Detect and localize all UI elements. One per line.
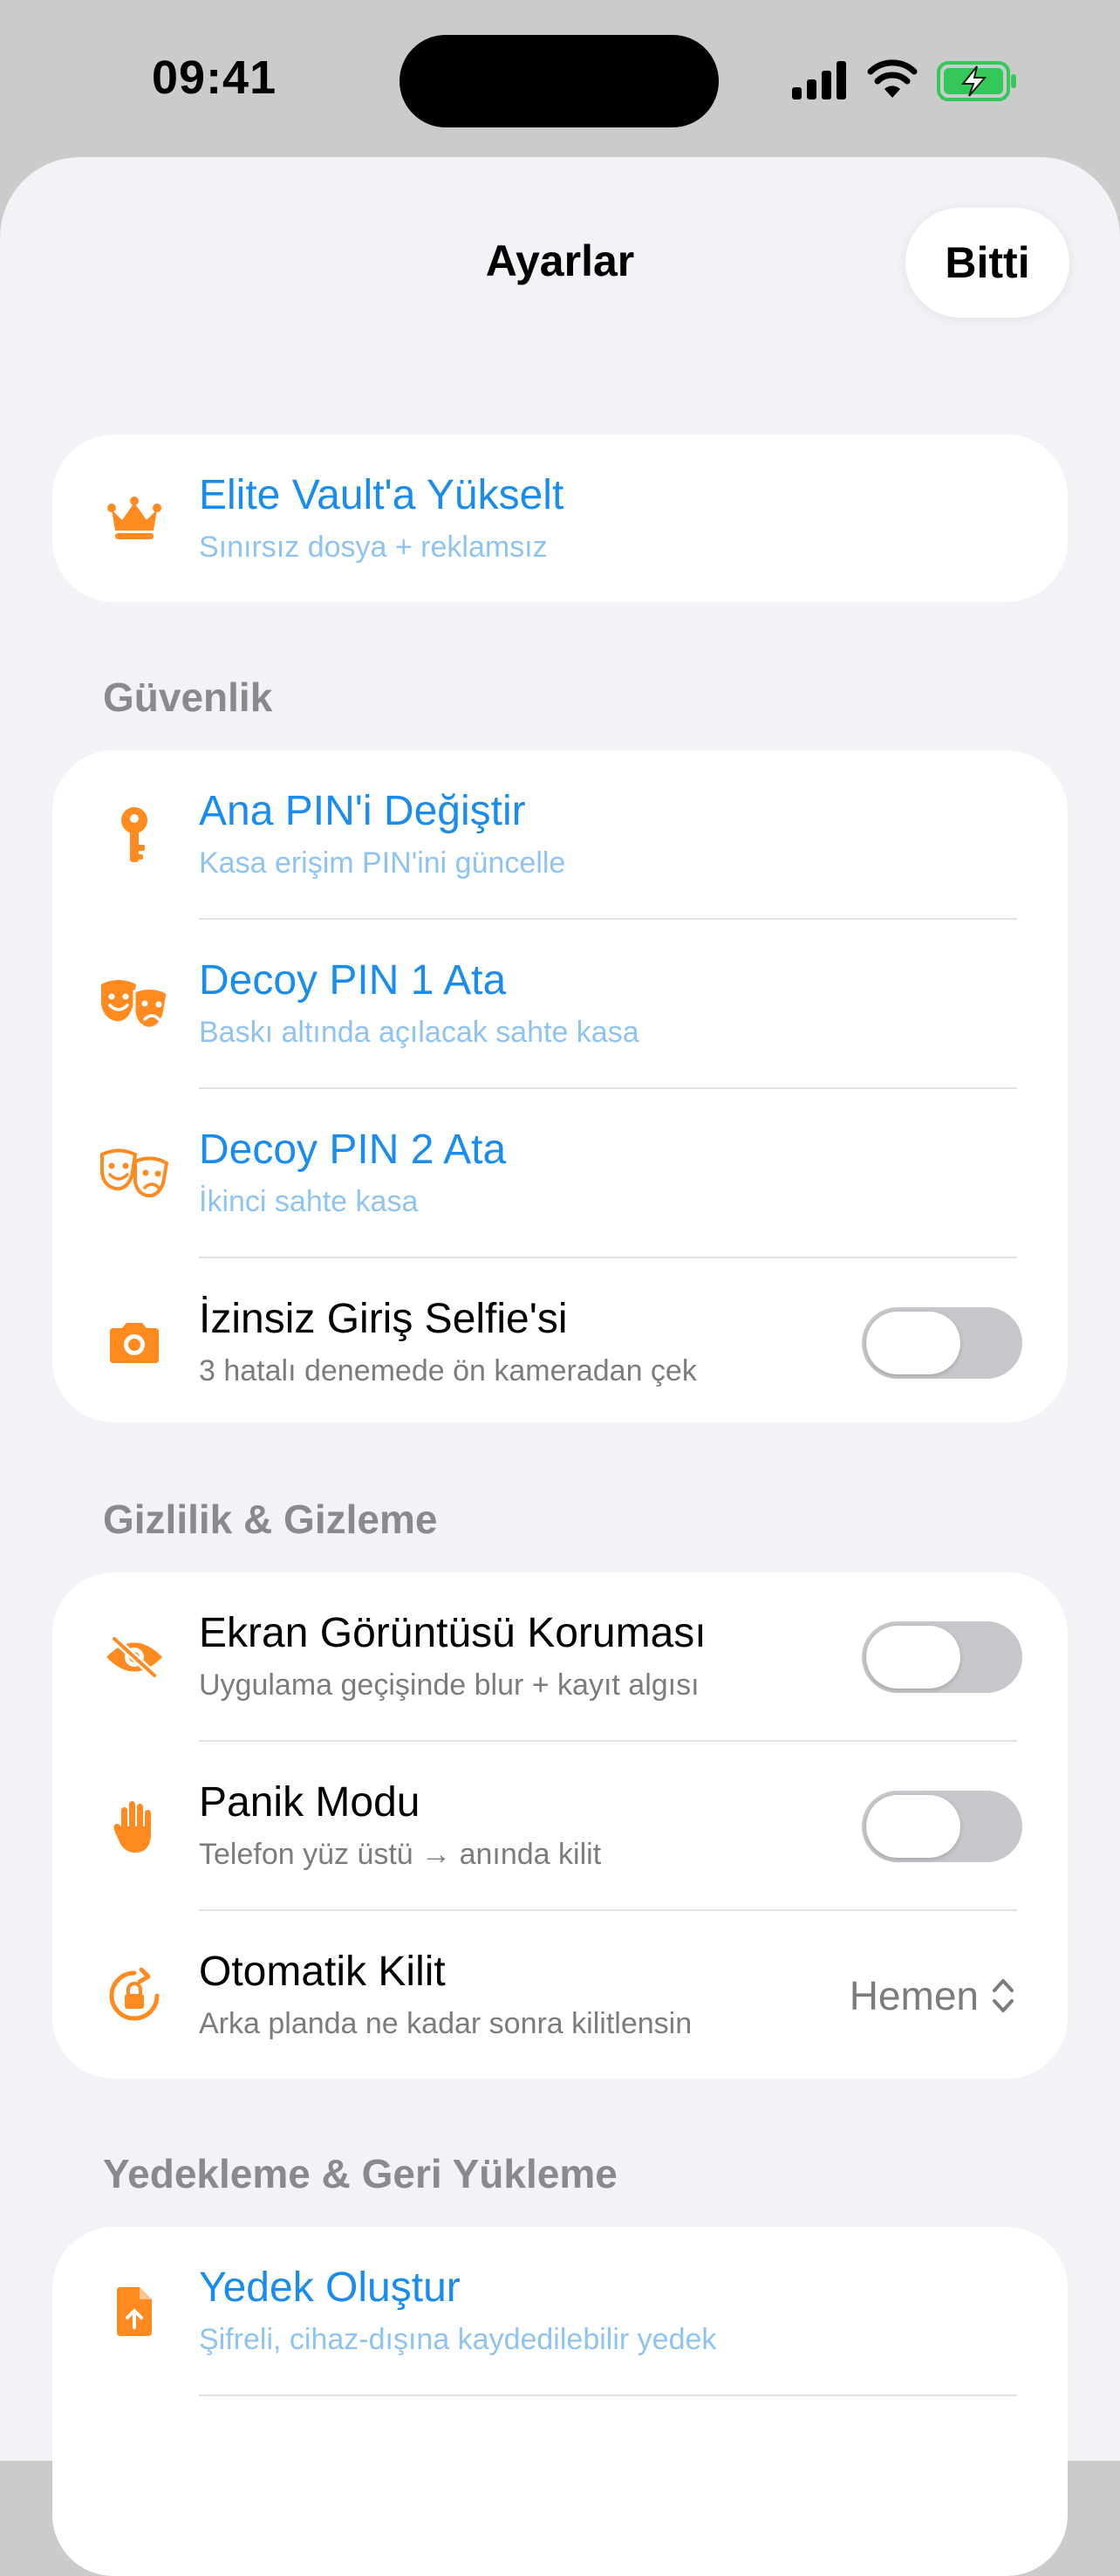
privacy-card: Ekran Görüntüsü Koruması Uygulama geçişi… (52, 1572, 1068, 2079)
toggle-knob (866, 1312, 960, 1374)
row-subtitle: 3 hatalı denemede ön kameradan çek (199, 1354, 697, 1387)
row-title: Panik Modu (199, 1779, 420, 1826)
battery-charging-icon (937, 61, 1016, 101)
status-bar: 09:41 (0, 0, 1120, 157)
row-subtitle: İkinci sahte kasa (199, 1185, 419, 1218)
hand-icon (98, 1790, 171, 1863)
upgrade-subtitle: Sınırsız dosya + reklamsız (199, 531, 548, 564)
theater-masks-outline-icon (98, 1137, 171, 1210)
toggle-knob (866, 1795, 960, 1858)
camera-icon (98, 1306, 171, 1380)
intruder-selfie-row: İzinsiz Giriş Selfie'si 3 hatalı denemed… (52, 1258, 1068, 1422)
row-title: Ekran Görüntüsü Koruması (199, 1610, 707, 1656)
auto-lock-value: Hemen (849, 1973, 979, 2018)
upgrade-card: Elite Vault'a Yükselt Sınırsız dosya + r… (52, 435, 1068, 602)
row-subtitle: Arka planda ne kadar sonra kilitlensin (199, 2007, 693, 2040)
row-divider (199, 2394, 1017, 2396)
auto-lock-picker[interactable]: Hemen (850, 1972, 1015, 2019)
document-upload-icon (98, 2275, 171, 2348)
create-backup-row[interactable]: Yedek Oluştur Şifreli, cihaz-dışına kayd… (52, 2227, 1068, 2396)
cellular-signal-icon (792, 61, 846, 99)
row-title: Decoy PIN 1 Ata (199, 957, 507, 1004)
row-title: Yedek Oluştur (199, 2264, 461, 2311)
panic-mode-row: Panik Modu Telefon yüz üstü → anında kil… (52, 1742, 1068, 1911)
status-time: 09:41 (152, 51, 277, 104)
row-title: Otomatik Kilit (199, 1949, 446, 1995)
row-subtitle: Şifreli, cihaz-dışına kaydedilebilir yed… (199, 2323, 717, 2356)
panic-mode-toggle[interactable] (862, 1791, 1022, 1862)
decoy-pin-1-row[interactable]: Decoy PIN 1 Ata Baskı altında açılacak s… (52, 920, 1068, 1089)
wifi-icon (867, 59, 918, 98)
backup-card: Yedek Oluştur Şifreli, cihaz-dışına kayd… (52, 2227, 1068, 2576)
eye-slash-icon (98, 1620, 171, 1694)
change-main-pin-row[interactable]: Ana PIN'i Değiştir Kasa erişim PIN'ini g… (52, 750, 1068, 920)
section-header-security: Güvenlik (103, 675, 273, 720)
dynamic-island (400, 35, 719, 127)
row-title: Decoy PIN 2 Ata (199, 1127, 507, 1173)
screenshot-protection-toggle[interactable] (862, 1621, 1022, 1693)
crown-icon (98, 482, 171, 555)
upgrade-row[interactable]: Elite Vault'a Yükselt Sınırsız dosya + r… (52, 435, 1068, 602)
toggle-knob (866, 1626, 960, 1689)
upgrade-title: Elite Vault'a Yükselt (199, 472, 564, 518)
intruder-selfie-toggle[interactable] (862, 1307, 1022, 1379)
row-subtitle: Kasa erişim PIN'ini güncelle (199, 846, 566, 880)
chevron-up-down-icon (993, 1979, 1014, 2012)
lock-rotation-icon (98, 1959, 171, 2032)
row-subtitle: Baskı altında açılacak sahte kasa (199, 1016, 639, 1049)
section-header-backup: Yedekleme & Geri Yükleme (103, 2151, 618, 2196)
row-subtitle: Uygulama geçişinde blur + kayıt algısı (199, 1668, 700, 1702)
theater-masks-icon (98, 968, 171, 1041)
auto-lock-row[interactable]: Otomatik Kilit Arka planda ne kadar sonr… (52, 1911, 1068, 2079)
key-icon (98, 798, 171, 872)
section-header-privacy: Gizlilik & Gizleme (103, 1497, 438, 1542)
row-title: İzinsiz Giriş Selfie'si (199, 1296, 568, 1342)
row-subtitle: Telefon yüz üstü → anında kilit (199, 1838, 602, 1871)
done-button[interactable]: Bitti (905, 208, 1069, 318)
security-card: Ana PIN'i Değiştir Kasa erişim PIN'ini g… (52, 750, 1068, 1422)
screenshot-protection-row: Ekran Görüntüsü Koruması Uygulama geçişi… (52, 1572, 1068, 1742)
row-title: Ana PIN'i Değiştir (199, 788, 526, 834)
decoy-pin-2-row[interactable]: Decoy PIN 2 Ata İkinci sahte kasa (52, 1089, 1068, 1258)
